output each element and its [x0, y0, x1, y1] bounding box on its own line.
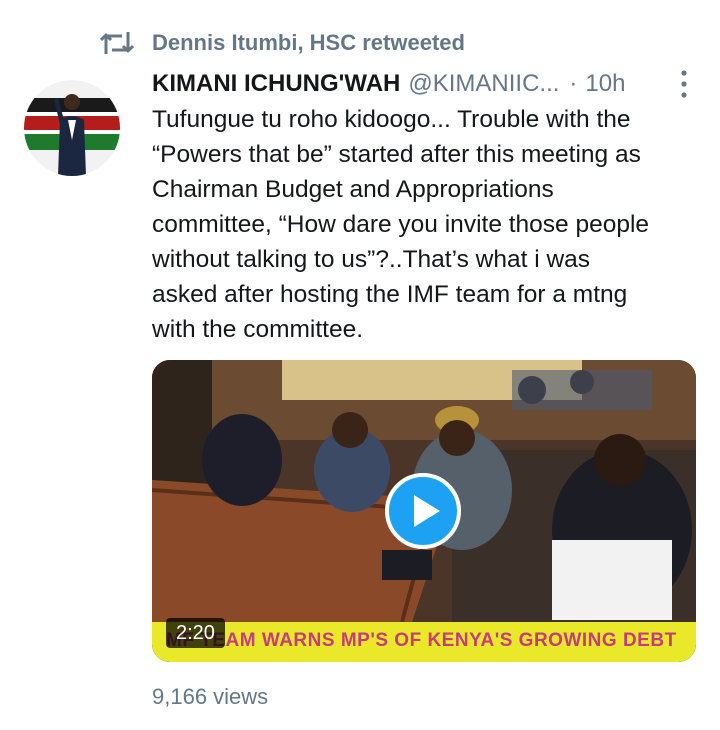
video-player[interactable]: MF TEAM WARNS MP'S OF KENYA'S GROWING DE… — [152, 360, 696, 662]
news-banner-text: MF TEAM WARNS MP'S OF KENYA'S GROWING DE… — [166, 630, 677, 651]
retweet-context[interactable]: Dennis Itumbi, HSC retweeted — [100, 26, 465, 60]
tweet-header: KIMANI ICHUNG'WAH @KIMANIIC... · 10h — [152, 66, 690, 102]
author-handle[interactable]: @KIMANIIC... — [408, 70, 559, 98]
news-banner: MF TEAM WARNS MP'S OF KENYA'S GROWING DE… — [152, 622, 696, 662]
retweet-icon — [100, 32, 134, 54]
separator-dot: · — [569, 70, 578, 97]
play-icon — [414, 495, 440, 527]
avatar[interactable] — [24, 80, 120, 176]
play-button[interactable] — [385, 473, 461, 549]
video-duration: 2:20 — [166, 618, 225, 648]
author-name[interactable]: KIMANI ICHUNG'WAH — [152, 70, 400, 98]
tweet-text: Tufungue tu roho kidoogo... Trouble with… — [152, 106, 650, 343]
view-count: 9,166 views — [152, 684, 269, 709]
more-options-icon[interactable] — [678, 68, 690, 100]
avatar-image — [24, 80, 120, 176]
retweet-label[interactable]: Dennis Itumbi, HSC retweeted — [152, 30, 465, 56]
timestamp[interactable]: 10h — [585, 70, 625, 98]
